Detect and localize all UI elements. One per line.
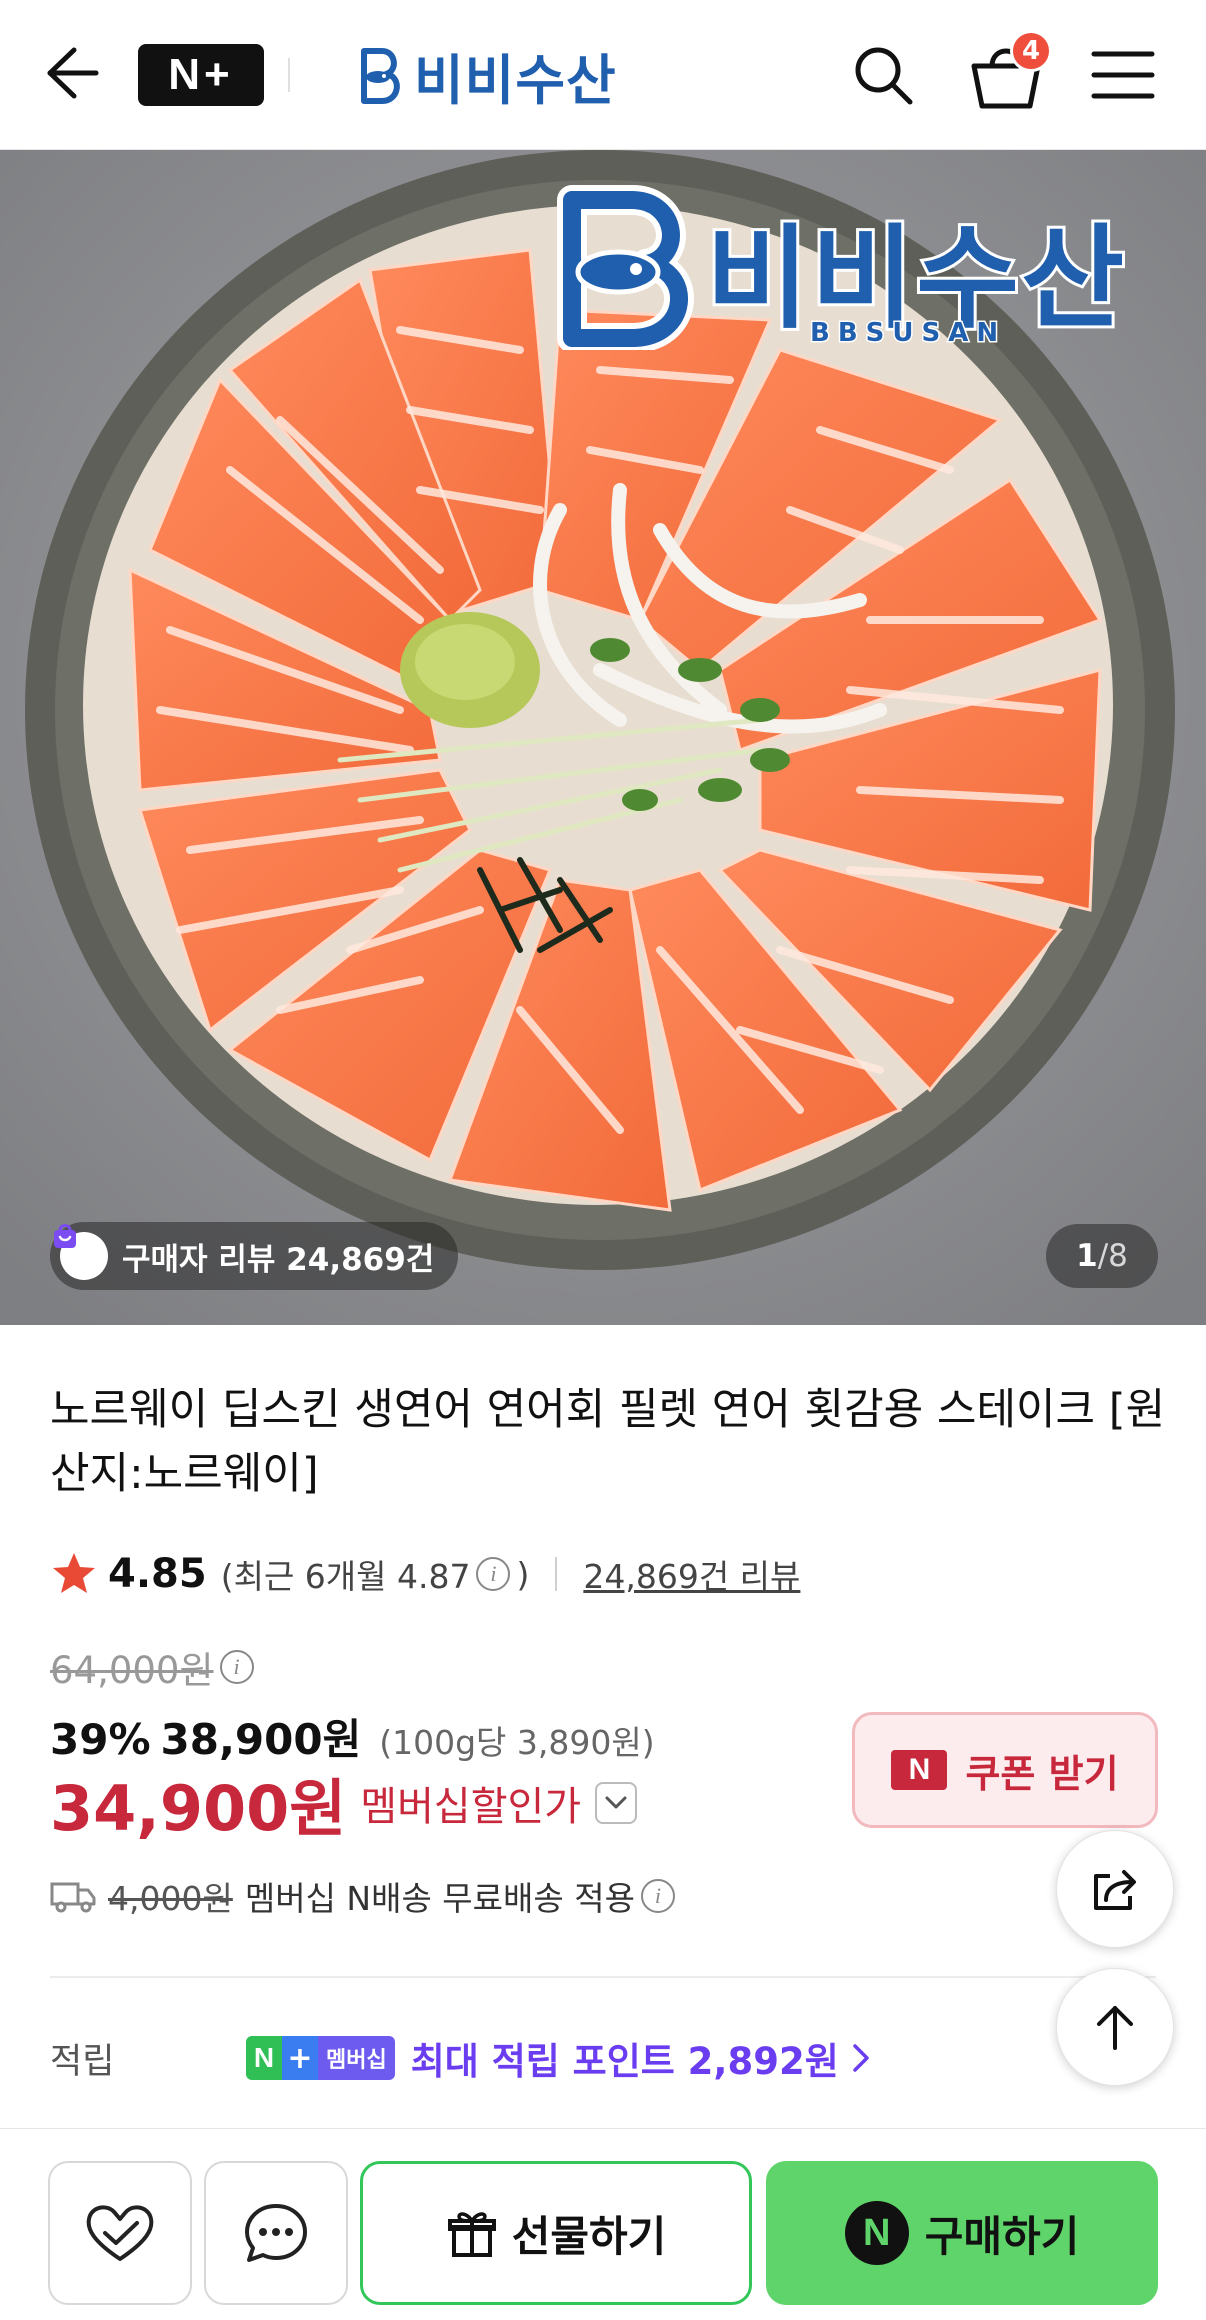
heart-check-icon bbox=[86, 2205, 154, 2261]
rating-score: 4.85 bbox=[108, 1551, 207, 1597]
hero-brand-subtitle: BBSUSAN bbox=[808, 317, 1007, 350]
nplus-badge-n: N bbox=[246, 2036, 282, 2080]
delivery-truck-icon bbox=[50, 1882, 96, 1913]
coupon-label: 쿠폰 받기 bbox=[965, 1751, 1119, 1796]
search-icon bbox=[855, 47, 913, 105]
shipping-row: 4,000원 멤버십 N배송 무료배송 적용 i bbox=[50, 1870, 681, 1922]
store-brand-logo[interactable]: 비비수산 bbox=[356, 36, 617, 114]
recent-rating-close: ) bbox=[516, 1554, 530, 1594]
brand-name: 비비수산 bbox=[414, 48, 617, 112]
page-total: 8 bbox=[1108, 1238, 1128, 1274]
coupon-n-icon: N bbox=[891, 1750, 948, 1790]
points-label: 적립 bbox=[50, 2041, 115, 2082]
talk-chat-button[interactable] bbox=[204, 2161, 348, 2305]
hero-fish-logo-icon bbox=[557, 185, 694, 350]
back-arrow-icon bbox=[47, 47, 99, 99]
recent-rating-info-icon[interactable]: i bbox=[476, 1557, 511, 1591]
naver-plus-store-logo[interactable]: N+ bbox=[138, 44, 264, 106]
brand-fish-icon bbox=[361, 48, 400, 104]
product-title: 노르웨이 딥스킨 생연어 연어회 필렛 연어 횟감용 스테이크 [원산지:노르웨… bbox=[50, 1385, 1166, 1499]
discount-price-row: 39% 38,900원 (100g당 3,890원) bbox=[50, 1706, 655, 1764]
search-button[interactable] bbox=[848, 40, 918, 110]
arrow-up-icon bbox=[1097, 2006, 1133, 2050]
header-divider bbox=[288, 58, 290, 92]
shipping-text: 멤버십 N배송 무료배송 적용 bbox=[244, 1879, 635, 1918]
cart-count-badge: 4 bbox=[1010, 30, 1052, 72]
rating-separator bbox=[555, 1557, 558, 1591]
product-image-carousel[interactable]: 비비수산 BBSUSAN 구매자 리뷰 24,869건 1 / 8 bbox=[0, 150, 1206, 1325]
chevron-down-icon bbox=[605, 1796, 627, 1809]
rating-row: 4.85 (최근 6개월 4.87 i ) 24,869건 리뷰 bbox=[50, 1546, 800, 1602]
share-icon bbox=[1094, 1870, 1136, 1910]
nplus-badge-plus: + bbox=[282, 2036, 318, 2080]
max-points-text: 최대 적립 포인트 2,892원 bbox=[410, 2040, 839, 2083]
buy-label: 구매하기 bbox=[924, 2211, 1080, 2261]
back-button[interactable] bbox=[40, 38, 104, 108]
wishlist-button[interactable] bbox=[48, 2161, 192, 2305]
gift-label: 선물하기 bbox=[511, 2211, 667, 2261]
review-count-link[interactable]: 24,869건 리뷰 bbox=[583, 1550, 800, 1598]
review-bag-icon bbox=[54, 1224, 108, 1280]
gift-icon bbox=[447, 2212, 496, 2257]
chevron-right-icon bbox=[852, 2044, 869, 2072]
nplus-membership-badge: N + 멤버십 bbox=[246, 2036, 395, 2080]
original-price: 64,000원 bbox=[50, 1649, 214, 1692]
membership-expand-button[interactable] bbox=[595, 1782, 638, 1824]
buyer-review-text: 구매자 리뷰 24,869건 bbox=[122, 1241, 435, 1278]
unit-price: (100g당 3,890원) bbox=[379, 1723, 655, 1762]
bottom-action-bar: 선물하기 N 구매하기 bbox=[0, 2128, 1206, 2320]
chat-bubble-icon bbox=[245, 2204, 307, 2262]
points-row[interactable]: 적립 N + 멤버십 최대 적립 포인트 2,892원 bbox=[50, 2028, 873, 2088]
naver-pay-n-icon: N bbox=[844, 2201, 909, 2265]
top-header: N+ 비비수산 4 bbox=[0, 0, 1206, 150]
membership-price-row: 34,900원 멤버십할인가 bbox=[50, 1764, 638, 1845]
section-divider bbox=[50, 1976, 1156, 1978]
get-coupon-button[interactable]: N 쿠폰 받기 bbox=[852, 1712, 1158, 1828]
price-info-icon[interactable]: i bbox=[219, 1650, 254, 1684]
gift-button[interactable]: 선물하기 bbox=[360, 2161, 752, 2305]
original-shipping-fee: 4,000원 bbox=[108, 1879, 233, 1918]
shipping-info-icon[interactable]: i bbox=[640, 1879, 675, 1913]
buyer-review-badge[interactable]: 구매자 리뷰 24,869건 bbox=[50, 1222, 459, 1290]
hamburger-menu-icon bbox=[1091, 51, 1155, 99]
page-current: 1 bbox=[1076, 1238, 1098, 1274]
nplus-badge-membership: 멤버십 bbox=[318, 2036, 395, 2080]
hero-brand-watermark: 비비수산 BBSUSAN bbox=[548, 180, 1138, 350]
buy-now-button[interactable]: N 구매하기 bbox=[766, 2161, 1158, 2305]
share-button[interactable] bbox=[1056, 1830, 1174, 1948]
image-page-indicator: 1 / 8 bbox=[1046, 1224, 1158, 1288]
page-separator: / bbox=[1097, 1238, 1109, 1274]
scroll-to-top-button[interactable] bbox=[1056, 1968, 1174, 2086]
recent-rating-text: (최근 6개월 4.87 bbox=[220, 1557, 471, 1596]
original-price-row: 64,000원 i bbox=[50, 1642, 260, 1692]
membership-discount-label: 멤버십할인가 bbox=[360, 1784, 582, 1830]
menu-button[interactable] bbox=[1090, 48, 1156, 102]
discount-percent: 39% bbox=[50, 1715, 151, 1764]
membership-price: 34,900원 bbox=[50, 1772, 347, 1845]
star-icon bbox=[53, 1553, 95, 1593]
